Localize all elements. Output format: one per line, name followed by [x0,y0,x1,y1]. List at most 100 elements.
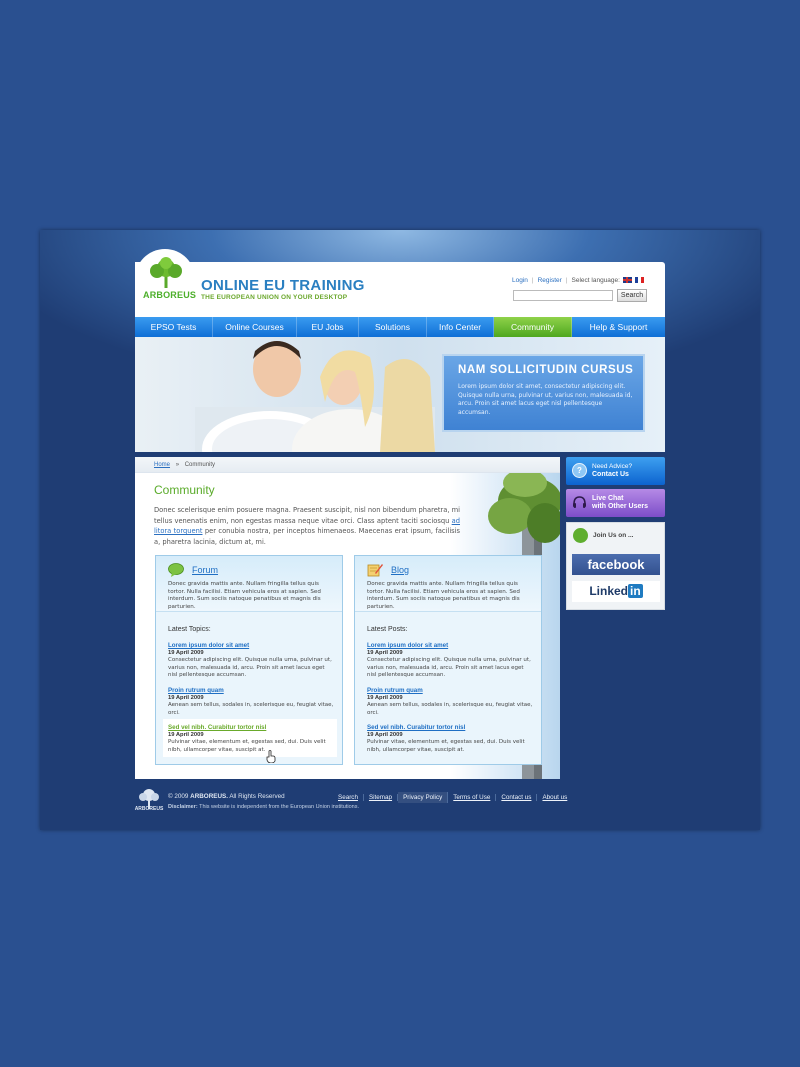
entry-title[interactable]: Lorem ipsum dolor sit amet [168,642,334,649]
list-item: Proin rutrum quam 19 April 2009 Aenean s… [367,687,533,717]
entry-date: 19 April 2009 [367,732,403,738]
main-nav: EPSO Tests Online Courses EU Jobs Soluti… [135,317,665,337]
entry-text: Consectetur adipiscing elit. Quisque nul… [168,657,332,678]
nav-item-community[interactable]: Community [494,317,572,337]
breadcrumb-home[interactable]: Home [154,462,170,468]
nav-item-eu-jobs[interactable]: EU Jobs [297,317,359,337]
contact-us-button[interactable]: ? Need Advice? Contact Us [566,457,665,485]
nav-item-solutions[interactable]: Solutions [359,317,427,337]
banner-title: NAM SOLLICITUDIN CURSUS [458,364,634,376]
list-item: Sed vel nibh. Curabitur tortor nisl 19 A… [367,724,533,754]
search-button[interactable]: Search [617,289,647,302]
nav-item-online-courses[interactable]: Online Courses [213,317,297,337]
people-icon [573,528,588,543]
uk-flag-icon[interactable] [622,277,632,284]
list-item: Sed vel nibh. Curabitur tortor nisl 19 A… [168,724,334,754]
nav-item-epso-tests[interactable]: EPSO Tests [135,317,213,337]
forum-panel-header: Forum Donec gravida mattis ante. Nullam … [156,556,342,612]
entry-date: 19 April 2009 [367,695,403,701]
blog-description: Donec gravida mattis ante. Nullam fringi… [367,581,520,610]
copyright-suffix: All Rights Reserved [227,793,285,800]
list-item: Proin rutrum quam 19 April 2009 Aenean s… [168,687,334,717]
banner-photo [195,341,435,452]
banner-text: Lorem ipsum dolor sit amet, consectetur … [458,383,633,416]
live-chat-label: Live Chat with Other Users [592,495,648,511]
entry-title[interactable]: Proin rutrum quam [367,687,533,694]
footer-logo-text: ARBOREUS [134,806,164,812]
entry-text: Aenean sem tellus, sodales in, scelerisq… [367,702,533,716]
blog-title[interactable]: Blog [391,565,409,575]
register-link[interactable]: Register [538,277,562,284]
copyright-prefix: © 2009 [168,793,191,800]
site-tagline: THE EUROPEAN UNION ON YOUR DESKTOP [201,294,348,301]
page-title: Community [154,483,215,497]
page-frame: ARBOREUS ONLINE EU TRAINING THE EUROPEAN… [40,230,760,830]
intro-text: Donec scelerisque enim posuere magna. Pr… [154,505,460,547]
entry-date: 19 April 2009 [367,650,403,656]
list-item: Lorem ipsum dolor sit amet 19 April 2009… [168,642,334,680]
entry-date: 19 April 2009 [168,650,204,656]
utility-links: Login | Register | Select language: [512,277,644,284]
copyright-brand: ARBOREUS. [190,793,228,800]
footer-link-sitemap[interactable]: Sitemap [364,794,399,801]
linkedin-in: in [628,584,643,598]
breadcrumb-current: Community [184,462,216,468]
latest-posts-label: Latest Posts: [367,626,408,633]
headset-icon [573,496,586,508]
footer-link-about-us[interactable]: About us [537,794,572,801]
search-input[interactable] [513,290,613,301]
facebook-button[interactable]: facebook [572,554,660,575]
tree-logo-icon [150,257,182,288]
login-link[interactable]: Login [512,277,528,284]
entry-title[interactable]: Sed vel nibh. Curabitur tortor nisl [367,724,533,731]
hero-banner: NAM SOLLICITUDIN CURSUS Lorem ipsum dolo… [135,337,665,452]
footer-link-search[interactable]: Search [333,794,364,801]
linkedin-button[interactable]: Linked in [572,581,660,602]
forum-description: Donec gravida mattis ante. Nullam fringi… [168,581,321,610]
entry-text: Pulvinar vitae, elementum et, egestas se… [367,739,525,753]
speech-bubble-icon [168,563,184,577]
footer-link-terms-of-use[interactable]: Terms of Use [448,794,497,801]
footer-link-privacy-policy[interactable]: Privacy Policy [398,792,449,803]
question-icon: ? [572,463,587,478]
forum-title[interactable]: Forum [192,565,218,575]
separator: | [531,277,534,284]
site-title[interactable]: ONLINE EU TRAINING [201,277,365,294]
nav-item-help-support[interactable]: Help & Support [572,317,665,337]
breadcrumb: Home » Community [154,462,215,468]
fr-flag-icon[interactable] [634,277,644,284]
entry-text: Consectetur adipiscing elit. Quisque nul… [367,657,531,678]
chat-sub-line: with Other Users [592,503,649,510]
entry-text: Pulvinar vitae, elementum et, egestas se… [168,739,326,753]
entry-date: 19 April 2009 [168,732,204,738]
contact-us-label: Need Advice? Contact Us [592,463,632,479]
footer-link-contact-us[interactable]: Contact us [496,794,538,801]
disclaimer-text: This website is independent from the Eur… [197,804,359,810]
entry-title[interactable]: Lorem ipsum dolor sit amet [367,642,533,649]
forum-panel: Forum Donec gravida mattis ante. Nullam … [155,555,343,765]
separator: | [565,277,568,284]
entry-title[interactable]: Proin rutrum quam [168,687,334,694]
contact-line: Contact Us [592,471,629,478]
blog-panel-header: Blog Donec gravida mattis ante. Nullam f… [355,556,541,612]
banner-callout[interactable]: NAM SOLLICITUDIN CURSUS Lorem ipsum dolo… [442,354,645,432]
latest-topics-label: Latest Topics: [168,626,211,633]
entry-date: 19 April 2009 [168,695,204,701]
entry-title[interactable]: Sed vel nibh. Curabitur tortor nisl [168,724,334,731]
nav-item-info-center[interactable]: Info Center [427,317,494,337]
blog-panel: Blog Donec gravida mattis ante. Nullam f… [354,555,542,765]
logo-text: ARBOREUS [143,290,197,300]
disclaimer: Disclaimer: This website is independent … [168,804,359,810]
list-item: Lorem ipsum dolor sit amet 19 April 2009… [367,642,533,680]
disclaimer-label: Disclaimer: [168,804,198,810]
notepad-pencil-icon [367,564,383,577]
live-chat-button[interactable]: Live Chat with Other Users [566,489,665,517]
join-label: Join Us on ... [593,532,634,539]
linkedin-text: Linked [589,584,628,598]
advice-line: Need Advice? [592,463,633,470]
language-label: Select language: [571,277,620,284]
breadcrumb-separator: » [175,462,180,468]
footer-links: Search Sitemap Privacy Policy Terms of U… [333,792,572,803]
copyright: © 2009 ARBOREUS. All Rights Reserved [168,793,285,800]
entry-text: Aenean sem tellus, sodales in, scelerisq… [168,702,334,716]
